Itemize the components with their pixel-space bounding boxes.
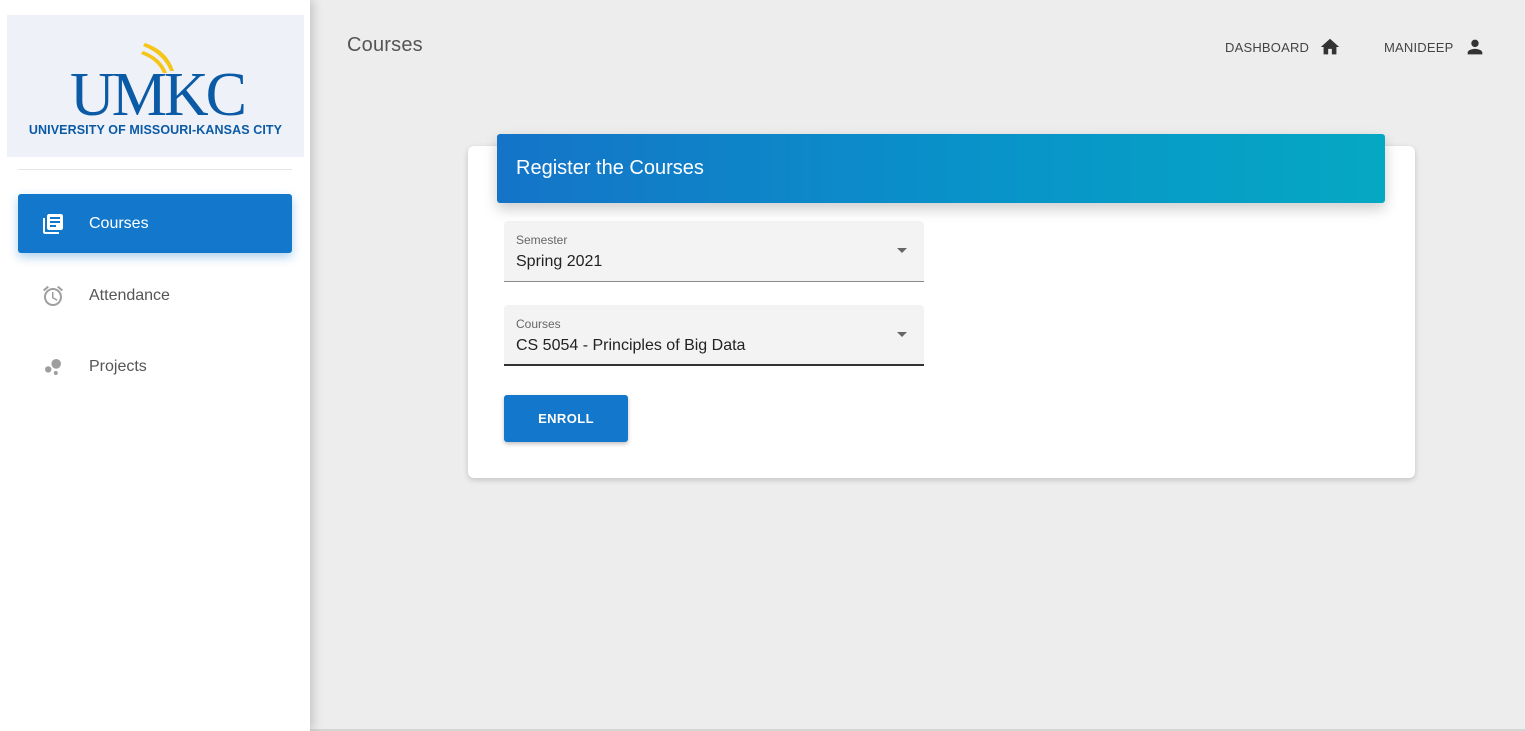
page-title: Courses [347, 34, 423, 56]
dashboard-label: DASHBOARD [1225, 39, 1310, 55]
home-icon [1319, 36, 1341, 58]
logo[interactable]: UMKC UNIVERSITY OF MISSOURI-KANSAS CITY [7, 15, 304, 157]
semester-value: Spring 2021 [516, 253, 603, 270]
chevron-down-icon [897, 332, 907, 337]
alarm-clock-icon [40, 283, 66, 309]
bubble-chart-icon [40, 354, 66, 380]
courses-value: CS 5054 - Principles of Big Data [516, 337, 746, 354]
sidebar-item-attendance[interactable]: Attendance [18, 266, 292, 325]
user-name: MANIDEEP [1384, 39, 1454, 55]
user-menu[interactable]: MANIDEEP [1384, 36, 1486, 58]
chevron-down-icon [897, 248, 907, 253]
app-root: UMKC UNIVERSITY OF MISSOURI-KANSAS CITY … [0, 0, 1525, 731]
semester-select[interactable]: Semester Spring 2021 [504, 221, 924, 282]
library-books-icon [40, 211, 66, 237]
logo-subtitle: UNIVERSITY OF MISSOURI-KANSAS CITY [28, 123, 283, 137]
card-title: Register the Courses [516, 157, 704, 179]
sidebar-divider [18, 169, 292, 170]
person-icon [1464, 36, 1486, 58]
umkc-logo-mark: UMKC [70, 43, 247, 119]
courses-select[interactable]: Courses CS 5054 - Principles of Big Data [504, 305, 924, 366]
card-header: Register the Courses [497, 134, 1385, 203]
sidebar-item-label: Attendance [89, 286, 170, 304]
svg-text:UMKC: UMKC [70, 61, 244, 119]
courses-label: Courses [516, 317, 561, 331]
sidebar-item-label: Courses [89, 214, 149, 232]
sidebar-item-projects[interactable]: Projects [18, 337, 292, 396]
dashboard-link[interactable]: DASHBOARD [1225, 36, 1341, 58]
sidebar-item-label: Projects [89, 357, 147, 375]
enroll-button[interactable]: ENROLL [504, 395, 628, 442]
semester-label: Semester [516, 233, 568, 247]
sidebar-item-courses[interactable]: Courses [18, 194, 292, 253]
sidebar: UMKC UNIVERSITY OF MISSOURI-KANSAS CITY … [0, 0, 310, 731]
